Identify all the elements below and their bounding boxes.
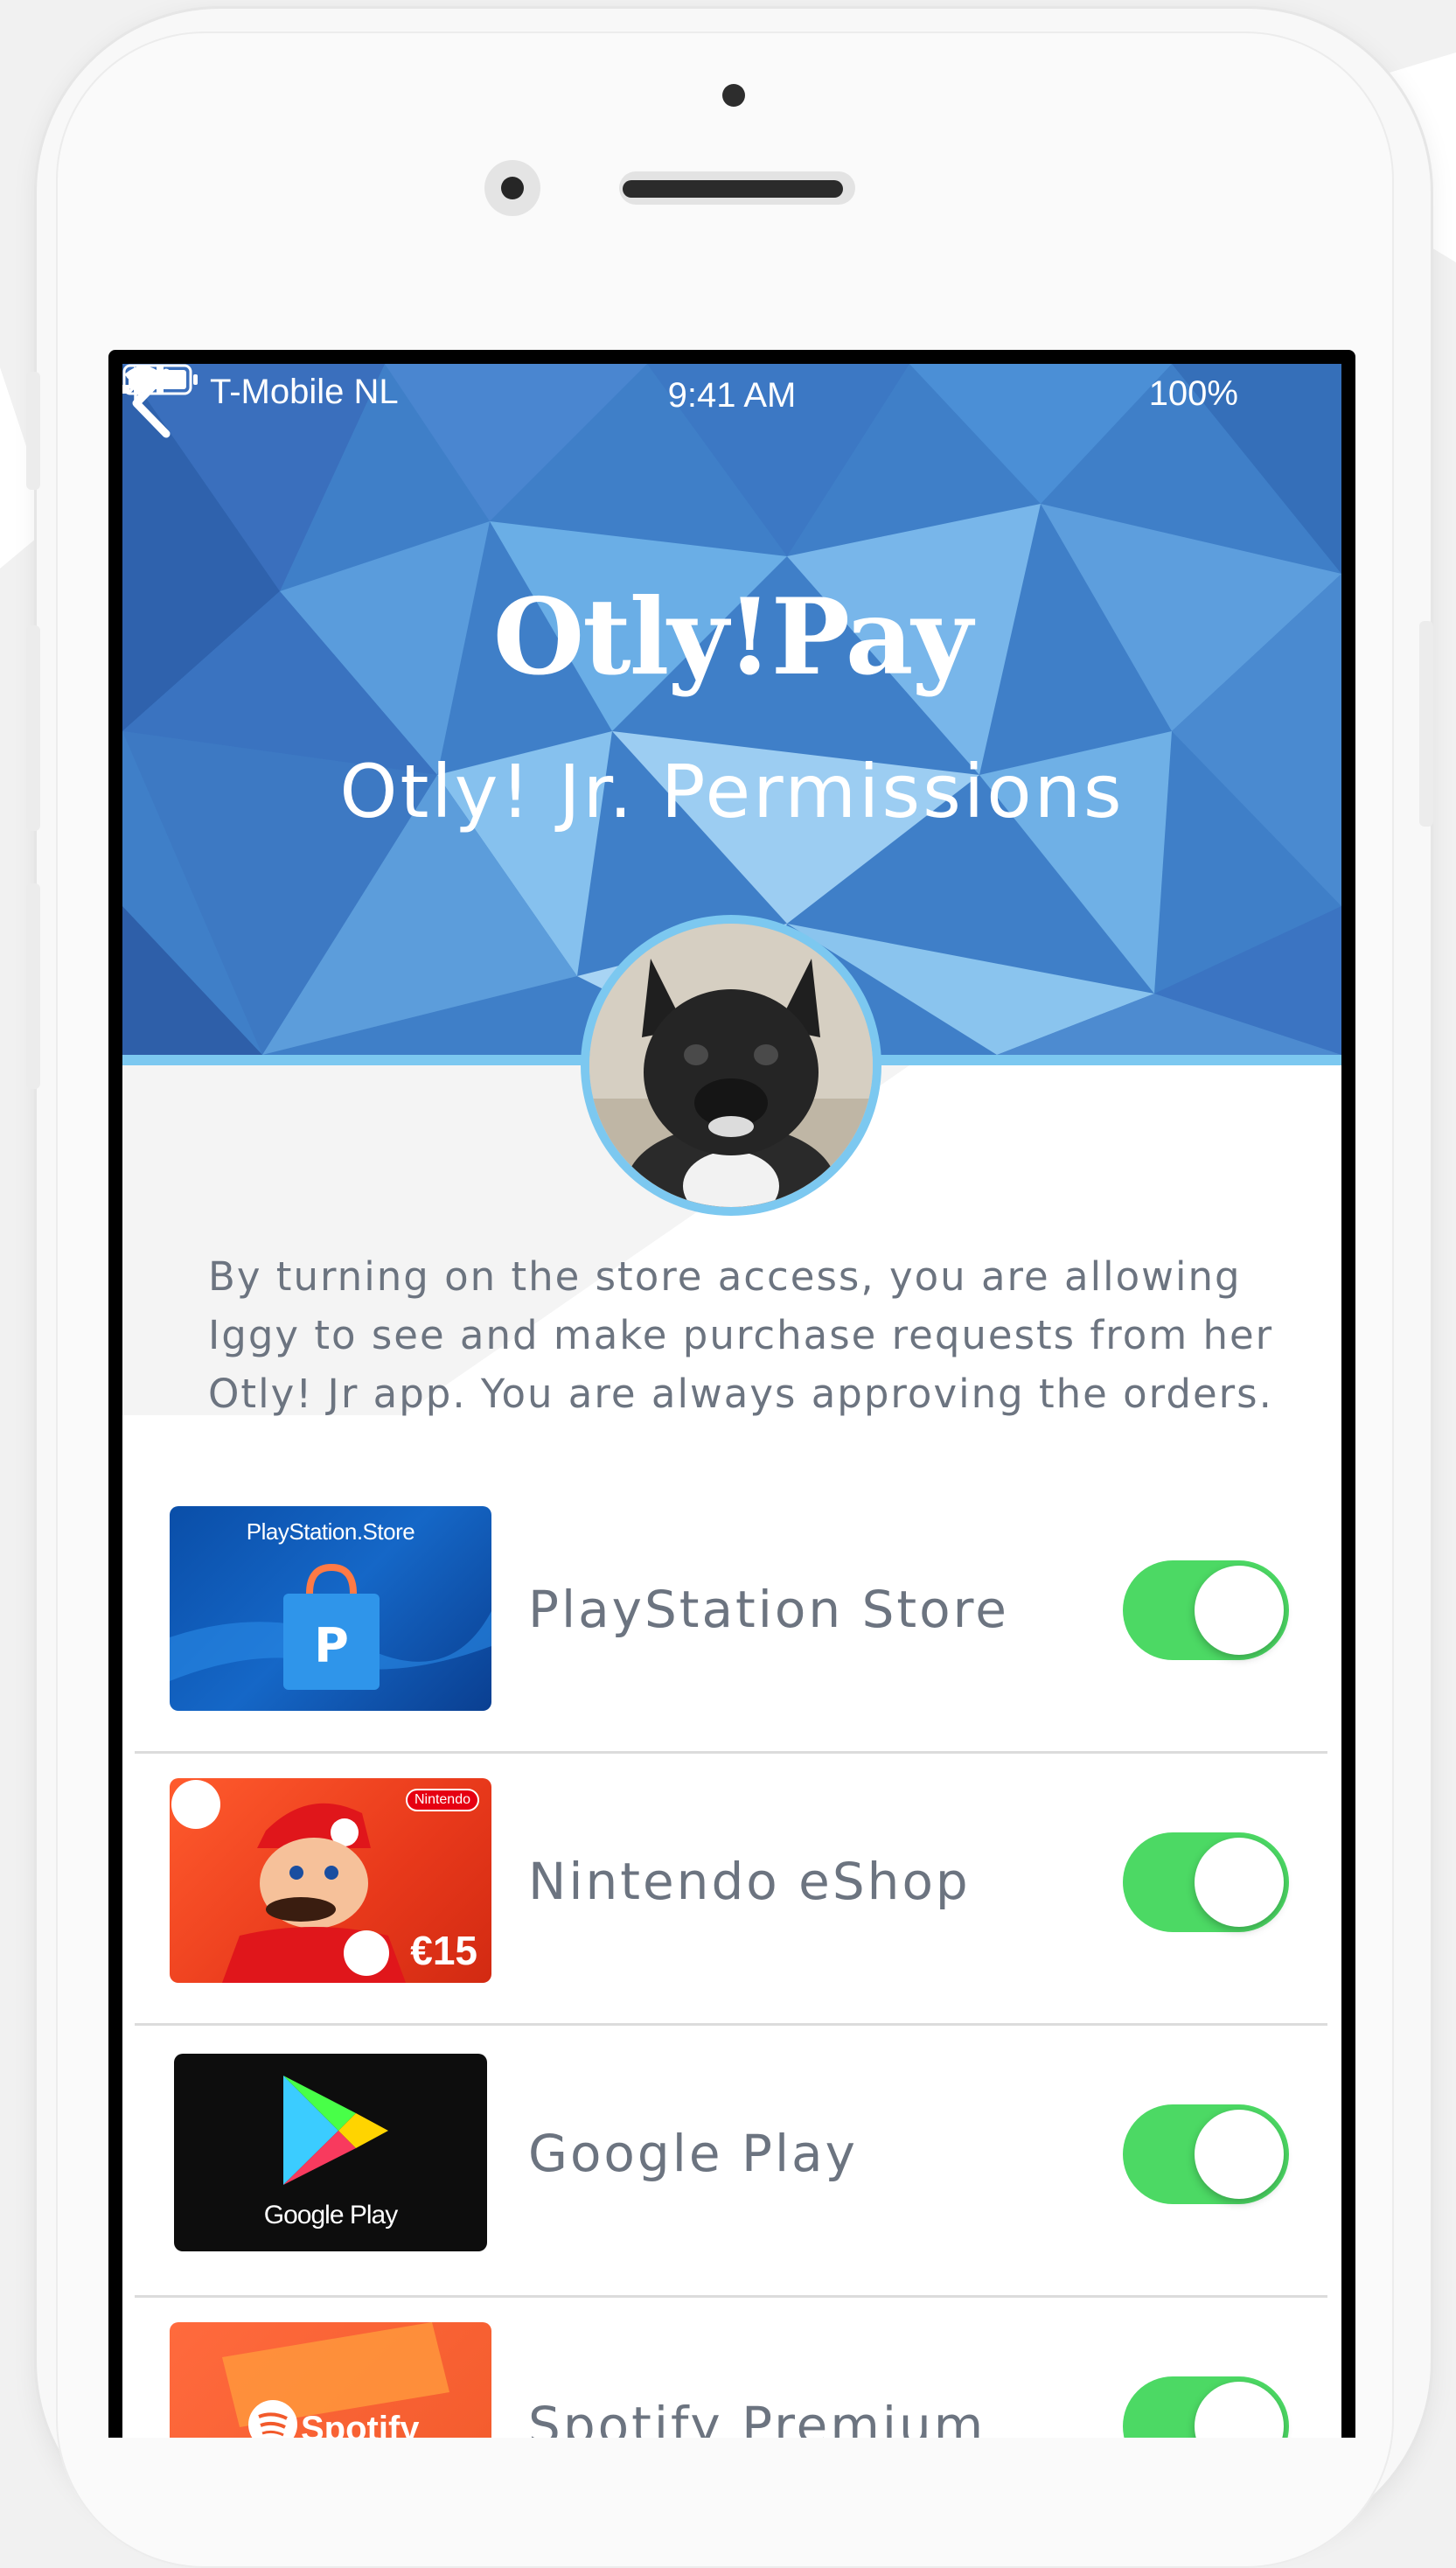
spotify-card-image: Spotify (170, 2322, 491, 2438)
front-camera (501, 177, 524, 199)
toggle-knob (1195, 1838, 1284, 1927)
permissions-description: By turning on the store access, you are … (208, 1253, 1274, 1417)
store-list: PlayStation.Store P PlayStation Store Ni… (135, 1482, 1327, 2438)
playstation-bag-icon: P (170, 1563, 491, 1690)
proximity-sensor (722, 84, 745, 107)
toggle-knob (1195, 1566, 1284, 1655)
store-name: Spotify Premium (528, 2396, 986, 2438)
store-row-playstation: PlayStation.Store P PlayStation Store (135, 1482, 1327, 1754)
app-screen: T-Mobile NL 9:41 AM 100% Otly!Pay Otly! … (122, 364, 1341, 2438)
playstation-card-image: PlayStation.Store P (170, 1506, 491, 1711)
nintendo-card-price: €15 (410, 1928, 477, 1973)
phone-volume-up (26, 625, 40, 831)
google-play-card-text: Google Play (263, 2201, 398, 2230)
page-title: Otly! Jr. Permissions (339, 749, 1125, 834)
store-row-spotify: Spotify Spotify Premium (135, 2298, 1327, 2438)
spotify-toggle[interactable] (1123, 2376, 1289, 2438)
nintendo-badge: Nintendo (405, 1789, 479, 1811)
child-avatar (581, 915, 881, 1216)
store-name: Google Play (528, 2124, 858, 2183)
toggle-knob (1195, 2110, 1284, 2199)
store-row-google-play: Google Play Google Play (135, 2026, 1327, 2298)
google-play-card-image: Google Play (174, 2054, 487, 2251)
nintendo-toggle[interactable] (1123, 1832, 1289, 1932)
phone-volume-down (26, 883, 40, 1089)
spotify-card-text: Spotify (301, 2410, 420, 2438)
store-name: Nintendo eShop (528, 1852, 971, 1911)
svg-text:P: P (314, 1618, 349, 1673)
app-logo: Otly!Pay (492, 576, 972, 699)
back-chevron-icon[interactable] (122, 364, 184, 443)
store-row-nintendo: Nintendo €15 Nintendo eShop (135, 1754, 1327, 2026)
dog-photo-icon (589, 924, 873, 1207)
store-name: PlayStation Store (528, 1580, 1009, 1639)
google-play-toggle[interactable] (1123, 2104, 1289, 2204)
toggle-knob (1195, 2382, 1284, 2438)
playstation-toggle[interactable] (1123, 1560, 1289, 1660)
nintendo-card-image: Nintendo €15 (170, 1778, 491, 1983)
battery-percent: 100% (1148, 374, 1238, 413)
phone-power-button (1419, 621, 1433, 827)
phone-side-button (26, 372, 40, 490)
avatar-photo (589, 924, 873, 1207)
status-bar: T-Mobile NL 9:41 AM 100% (122, 364, 1341, 434)
earpiece-speaker (623, 180, 843, 198)
